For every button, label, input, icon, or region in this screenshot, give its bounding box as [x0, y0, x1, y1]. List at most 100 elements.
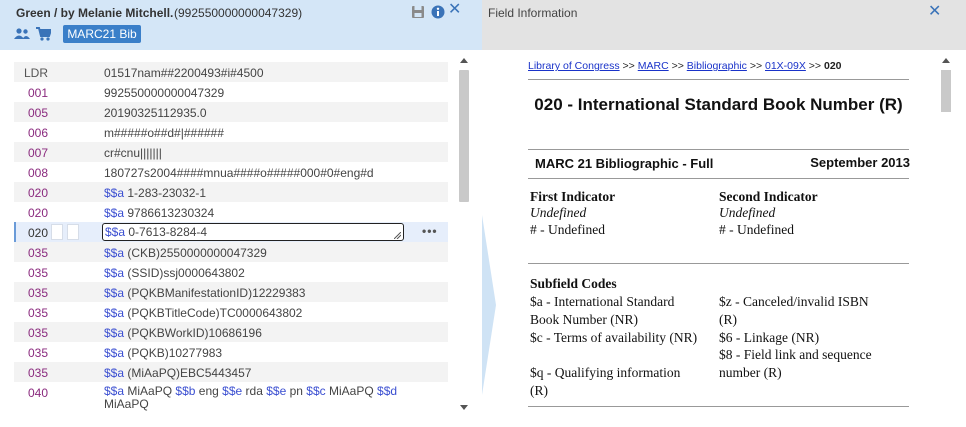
subfield-code: $$a — [104, 306, 125, 320]
field-value[interactable]: $$a (PQKB)10277983 — [104, 346, 222, 360]
indicator-2-box[interactable] — [67, 224, 79, 240]
subfield-text: 9786613230324 — [127, 206, 215, 220]
subfield-text: (SSID)ssj0000643802 — [127, 266, 245, 280]
marc-row-035[interactable]: 035 $$a (SSID)ssj0000643802 — [14, 262, 448, 282]
second-indicator-status: Undefined — [719, 205, 776, 220]
pane-pointer-arrow-icon — [482, 215, 496, 395]
field-info-header: Field Information ✕ — [482, 0, 966, 50]
scrollbar-thumb[interactable] — [941, 70, 951, 112]
subfield-text: 1-283-23032-1 — [127, 186, 207, 200]
marc-row-035[interactable]: 035 $$a (PQKBManifestationID)12229383 — [14, 282, 448, 302]
marc-row-040[interactable]: 040 $$a MiAaPQ $$b eng $$e rda $$e pn $$… — [14, 382, 448, 414]
field-tag: 006 — [28, 126, 49, 140]
field-tag: 001 — [28, 86, 49, 100]
field-value[interactable]: m#####o##d#|###### — [104, 126, 224, 140]
field-value[interactable]: $$a (PQKBManifestationID)12229383 — [104, 286, 305, 300]
field-value[interactable]: $$a (PQKBWorkID)10686196 — [104, 326, 262, 340]
subfield-text: (CKB)2550000000047329 — [127, 246, 267, 260]
divider — [528, 263, 909, 264]
field-tag: 020 — [28, 206, 49, 220]
marc-field-list: LDR 01517nam##2200493#i#4500 001 9925500… — [14, 62, 448, 414]
field-value[interactable]: $$a (MiAaPQ)EBC5443457 — [104, 366, 251, 380]
marc-row-006[interactable]: 006 m#####o##d#|###### — [14, 122, 448, 142]
marc-row-008[interactable]: 008 180727s2004####mnua####o#####000#0#e… — [14, 162, 448, 182]
close-icon[interactable]: ✕ — [928, 4, 941, 20]
resize-grip-icon[interactable] — [394, 232, 401, 239]
marc-row-001[interactable]: 001 992550000000047329 — [14, 82, 448, 102]
doc-scrollbar[interactable] — [938, 56, 954, 427]
field-value[interactable]: cr#cnu||||||| — [104, 146, 162, 160]
field-tag: 035 — [28, 246, 49, 260]
field-value[interactable]: $$a 9786613230324 — [104, 206, 214, 220]
active-row-indicator — [14, 222, 16, 242]
marc-row-005[interactable]: 005 20190325112935.0 — [14, 102, 448, 122]
subfield-code: $$a — [104, 246, 125, 260]
subfield-code: $$b — [175, 384, 196, 398]
subfield-code: $$a — [104, 326, 125, 340]
marc-row-007[interactable]: 007 cr#cnu||||||| — [14, 142, 448, 162]
breadcrumb-current: 020 — [823, 60, 842, 72]
marc21-bib-badge[interactable]: MARC21 Bib — [63, 25, 141, 43]
marc-row-035[interactable]: 035 $$a (PQKBWorkID)10686196 — [14, 322, 448, 342]
save-icon[interactable] — [411, 5, 425, 19]
field-value[interactable]: 20190325112935.0 — [104, 106, 207, 120]
marc-row-020[interactable]: 020 $$a 9786613230324 — [14, 202, 448, 222]
breadcrumb-separator: >> — [671, 60, 684, 72]
marc-row-035[interactable]: 035 $$a (PQKBTitleCode)TC0000643802 — [14, 302, 448, 322]
indicator-1-box[interactable] — [51, 224, 63, 240]
marc-row-035[interactable]: 035 $$a (MiAaPQ)EBC5443457 — [14, 362, 448, 382]
field-value[interactable]: $$a (SSID)ssj0000643802 — [104, 266, 245, 280]
field-value[interactable]: 01517nam##2200493#i#4500 — [104, 66, 264, 80]
breadcrumb-link-marc[interactable]: MARC — [638, 60, 669, 72]
marc-row-ldr[interactable]: LDR 01517nam##2200493#i#4500 — [14, 62, 448, 82]
breadcrumb: Library of Congress >> MARC >> Bibliogra… — [528, 60, 842, 72]
field-tag: 035 — [28, 286, 49, 300]
field-value[interactable]: $$a (CKB)2550000000047329 — [104, 246, 267, 260]
users-icon[interactable] — [14, 28, 30, 40]
subfield-code: $$a — [104, 346, 125, 360]
subfield-code: $$e — [266, 384, 287, 398]
breadcrumb-link-library-of-congress[interactable]: Library of Congress — [528, 60, 620, 72]
first-indicator-status: Undefined — [530, 205, 587, 220]
subfield-code: $$a — [104, 266, 125, 280]
subfield-code: $$a — [104, 384, 125, 398]
close-icon[interactable]: ✕ — [448, 2, 462, 18]
subfield-item: $8 - Field link and sequence number (R) — [719, 347, 872, 380]
scroll-up-arrow-icon[interactable] — [460, 58, 468, 63]
subfield-text: (PQKBTitleCode)TC0000643802 — [127, 306, 303, 320]
field-value[interactable]: $$a 1-283-23032-1 — [104, 186, 206, 200]
info-icon[interactable] — [431, 5, 445, 19]
editor-scrollbar[interactable] — [456, 56, 472, 414]
marc-row-035[interactable]: 035 $$a (CKB)2550000000047329 — [14, 242, 448, 262]
cart-icon[interactable] — [36, 27, 51, 41]
field-value[interactable]: 992550000000047329 — [104, 86, 224, 100]
edition-date: September 2013 — [810, 155, 910, 170]
field-tag: 035 — [28, 326, 49, 340]
record-title: Green / by Melanie Mitchell. — [16, 6, 174, 20]
subfield-code: $$a — [104, 286, 125, 300]
marc-row-035[interactable]: 035 $$a (PQKB)10277983 — [14, 342, 448, 362]
first-indicator-value: # - Undefined — [530, 222, 605, 237]
subfield-item: $a - International Standard Book Number … — [530, 294, 675, 327]
scrollbar-thumb[interactable] — [459, 70, 469, 202]
marc-row-020-active[interactable]: 020 $$a 0-7613-8284-4 ••• — [14, 222, 448, 242]
subfield-text: pn — [289, 384, 303, 398]
second-indicator-heading: Second Indicator — [719, 189, 818, 204]
subfield-text: (PQKBManifestationID)12229383 — [127, 286, 306, 300]
field-value[interactable]: $$a MiAaPQ $$b eng $$e rda $$e pn $$c Mi… — [104, 385, 404, 411]
scroll-up-arrow-icon[interactable] — [942, 58, 950, 63]
field-tag: 008 — [28, 166, 49, 180]
field-info-title: Field Information — [488, 6, 578, 20]
field-tag: 035 — [28, 306, 49, 320]
breadcrumb-link-bibliographic[interactable]: Bibliographic — [687, 60, 747, 72]
field-edit-input[interactable]: $$a 0-7613-8284-4 — [102, 223, 404, 241]
field-tag: 040 — [28, 386, 49, 400]
breadcrumb-link-01x-09x[interactable]: 01X-09X — [765, 60, 806, 72]
scroll-down-arrow-icon[interactable] — [460, 405, 468, 410]
field-tag[interactable]: 020 — [28, 226, 48, 240]
more-options-button[interactable]: ••• — [422, 224, 438, 238]
marc-row-020[interactable]: 020 $$a 1-283-23032-1 — [14, 182, 448, 202]
field-tag: 035 — [28, 266, 49, 280]
field-value[interactable]: $$a (PQKBTitleCode)TC0000643802 — [104, 306, 302, 320]
field-value[interactable]: 180727s2004####mnua####o#####000#0#eng#d — [104, 166, 374, 180]
